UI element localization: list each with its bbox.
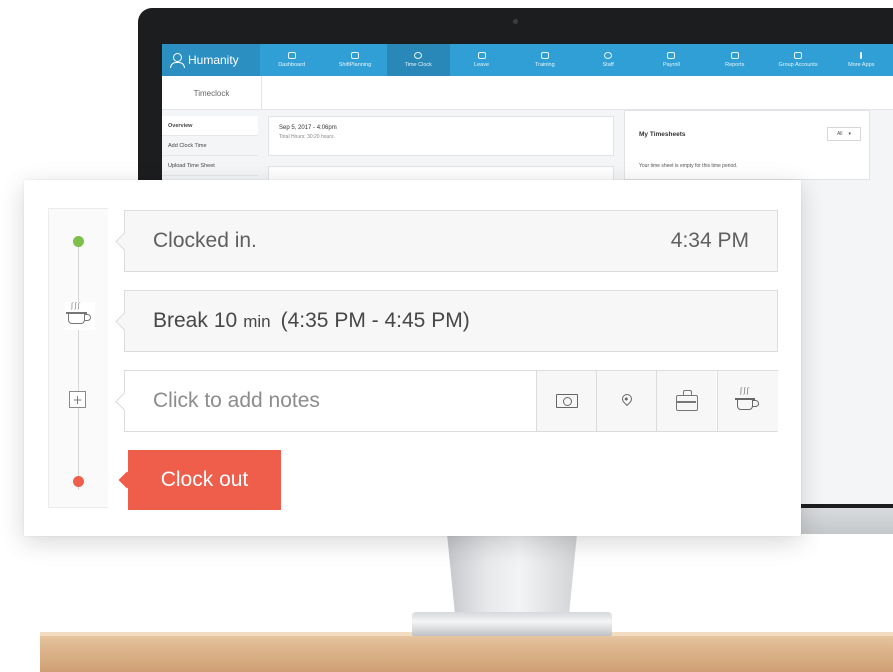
dashboard-icon <box>287 52 296 59</box>
camera-icon <box>513 19 518 24</box>
wallet-icon <box>667 52 676 59</box>
brand-logo[interactable]: Humanity <box>162 44 260 76</box>
money-icon <box>555 394 578 408</box>
sidebar-item-upload-time-sheet[interactable]: Upload Time Sheet <box>162 156 258 176</box>
nav-more-apps[interactable]: More Apps <box>830 44 893 76</box>
clock-out-button[interactable]: Clock out <box>128 450 281 510</box>
total-hours: Total Hours: 30:20 hours. <box>279 134 335 140</box>
break-row: Break 10 min (4:35 PM - 4:45 PM) <box>124 290 778 352</box>
notes-input[interactable] <box>125 371 536 431</box>
break-minutes: 10 <box>213 309 238 332</box>
plane-icon <box>477 52 486 59</box>
timeline-line <box>78 240 79 490</box>
position-button[interactable] <box>656 371 716 431</box>
nav-group-accounts[interactable]: Group Accounts <box>766 44 829 76</box>
sub-header: Timeclock <box>162 76 893 110</box>
clock-summary-card: Sep 5, 2017 - 4:06pm Total Hours: 30:20 … <box>268 116 614 156</box>
nav-time-clock[interactable]: Time Clock <box>386 44 450 76</box>
nav-leave[interactable]: Leave <box>450 44 513 76</box>
break-button[interactable]: ʃʃʃ <box>717 371 778 431</box>
more-icon <box>860 52 863 59</box>
clocked-in-label: Clocked in. <box>153 229 257 252</box>
nav-shiftplanning[interactable]: ShiftPlanning <box>323 44 386 76</box>
timesheets-title: My Timesheets <box>639 131 686 138</box>
tips-button[interactable] <box>536 371 596 431</box>
chevron-down-icon: ▾ <box>848 131 852 137</box>
clock-out-dot-icon <box>73 476 84 487</box>
group-icon <box>794 52 803 59</box>
clocked-in-dot-icon <box>73 236 84 247</box>
break-word: Break <box>153 309 208 332</box>
clocked-in-row: Clocked in. 4:34 PM <box>124 210 778 272</box>
reports-icon <box>730 52 739 59</box>
location-pin-icon <box>619 391 634 407</box>
time-clock-card: ʃʃʃ + Clocked in. 4:34 PM Break 10 min (… <box>24 180 801 536</box>
nav-dashboard[interactable]: Dashboard <box>260 44 323 76</box>
person-icon <box>604 52 613 59</box>
briefcase-icon <box>675 390 698 411</box>
clocked-in-time: 4:34 PM <box>670 229 749 252</box>
top-navigation: Humanity Dashboard ShiftPlanning Time Cl… <box>162 44 893 76</box>
brand-name: Humanity <box>188 53 239 67</box>
sidebar-item-add-clock-time[interactable]: Add Clock Time <box>162 136 258 156</box>
notes-row: ʃʃʃ <box>124 370 778 432</box>
nav-payroll[interactable]: Payroll <box>640 44 703 76</box>
timesheets-card: My Timesheets All ▾ Your time sheet is e… <box>624 110 870 180</box>
break-unit: min <box>243 312 271 331</box>
location-button[interactable] <box>596 371 656 431</box>
timesheets-empty-message: Your time sheet is empty for this time p… <box>639 163 738 169</box>
sidebar-item-overview[interactable]: Overview <box>162 116 258 136</box>
side-menu: Overview Add Clock Time Upload Time Shee… <box>162 116 258 176</box>
timesheets-filter[interactable]: All ▾ <box>827 127 861 141</box>
monitor-base <box>412 612 612 636</box>
calendar-icon <box>350 52 359 59</box>
tab-timeclock[interactable]: Timeclock <box>162 76 262 110</box>
desk-surface <box>40 632 893 672</box>
break-label: Break 10 min (4:35 PM - 4:45 PM) <box>153 309 470 333</box>
clock-icon <box>414 52 423 59</box>
user-icon <box>170 53 185 68</box>
nav-reports[interactable]: Reports <box>703 44 766 76</box>
coffee-cup-icon: ʃʃʃ <box>735 387 761 414</box>
nav-training[interactable]: Training <box>513 44 576 76</box>
add-note-plus-icon[interactable]: + <box>69 391 86 408</box>
nav-staff[interactable]: Staff <box>576 44 639 76</box>
break-range: (4:35 PM - 4:45 PM) <box>280 309 470 332</box>
graduation-cap-icon <box>540 52 549 59</box>
clock-date: Sep 5, 2017 - 4:06pm <box>279 125 337 131</box>
coffee-cup-icon: ʃʃʃ <box>65 302 95 330</box>
